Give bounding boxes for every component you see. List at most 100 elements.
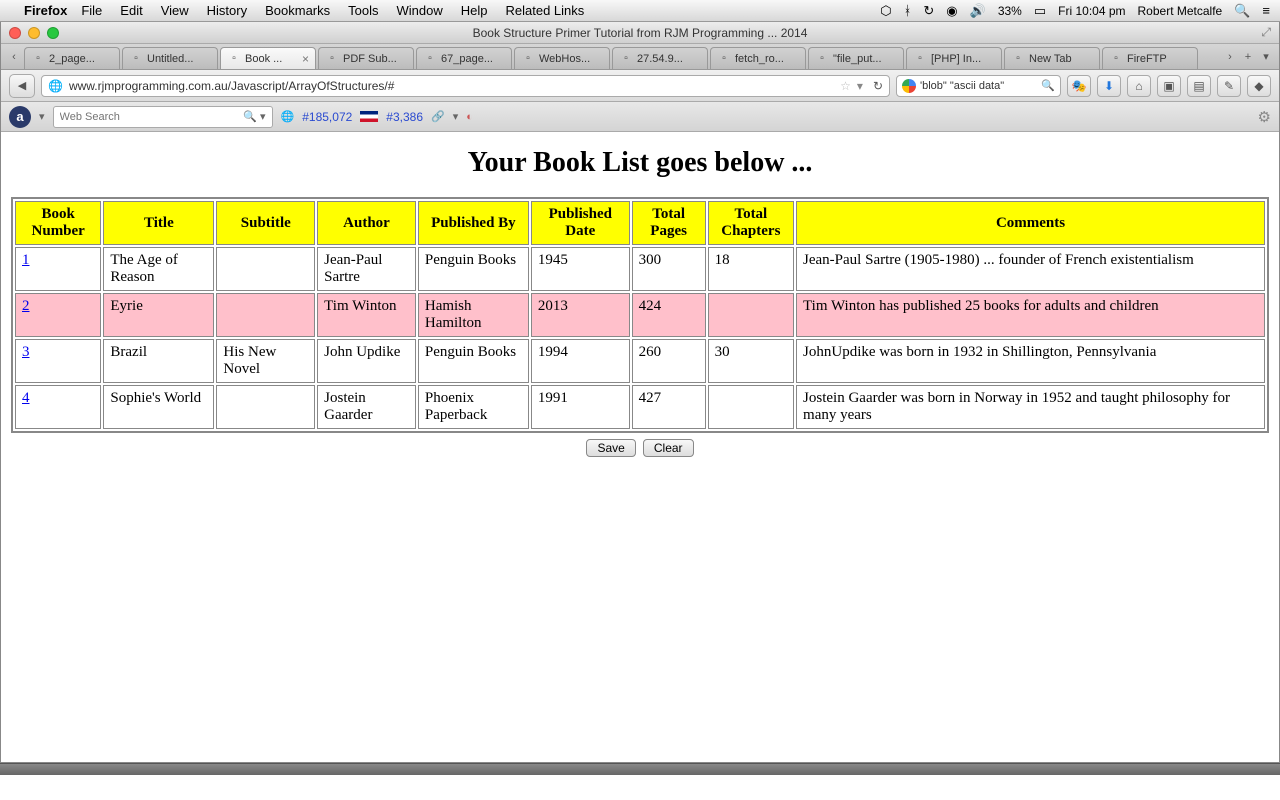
tab-label: 2_page... [49,53,95,65]
favicon-icon: ▫ [325,52,339,66]
google-icon [902,79,916,93]
tab[interactable]: ▫[PHP] In... [906,47,1002,69]
book-table: Book NumberTitleSubtitleAuthorPublished … [11,197,1269,433]
bookmark-star-icon[interactable]: ☆ [840,79,851,93]
fullscreen-icon[interactable]: ⤢ [1261,25,1271,40]
wifi-icon[interactable]: ◉ [946,3,957,19]
link-dropdown-icon[interactable]: ▾ [453,110,459,123]
table-row: 4Sophie's WorldJostein GaarderPhoenix Pa… [15,385,1265,429]
cell-publisher: Phoenix Paperback [418,385,529,429]
table-header: Book Number [15,201,101,245]
menu-edit[interactable]: Edit [120,3,142,18]
back-button[interactable]: ◀ [9,74,35,98]
search-icon[interactable]: 🔍 [243,110,257,123]
mask-icon[interactable]: 🎭 [1067,75,1091,97]
menu-view[interactable]: View [161,3,189,18]
cell-subtitle: His New Novel [216,339,315,383]
tab[interactable]: ▫PDF Sub... [318,47,414,69]
page-content: Your Book List goes below ... Book Numbe… [1,132,1279,762]
bluetooth-icon[interactable]: ᚼ [904,3,912,18]
menu-help[interactable]: Help [461,3,488,18]
tab-scroll-left[interactable]: ‹ [5,44,23,69]
reload-icon[interactable]: ↻ [873,79,883,93]
cell-author: Jostein Gaarder [317,385,416,429]
menu-file[interactable]: File [81,3,102,18]
reader-icon[interactable]: ▣ [1157,75,1181,97]
alexa-logo-icon[interactable]: a [9,106,31,128]
home-icon[interactable]: ⌂ [1127,75,1151,97]
window-title: Book Structure Primer Tutorial from RJM … [1,26,1279,40]
menu-tools[interactable]: Tools [348,3,378,18]
menu-window[interactable]: Window [397,3,443,18]
tab[interactable]: ▫WebHos... [514,47,610,69]
new-tab-button[interactable]: + [1239,44,1257,69]
wayback-icon[interactable]: ◐ [466,111,473,123]
tab[interactable]: ▫67_page... [416,47,512,69]
web-search-input[interactable] [60,111,244,123]
search-dropdown-icon[interactable]: ▾ [260,110,266,123]
volume-icon[interactable]: 🔊 [970,3,986,19]
battery-percent[interactable]: 33% [998,4,1022,18]
menu-bookmarks[interactable]: Bookmarks [265,3,330,18]
tab[interactable]: ▫fetch_ro... [710,47,806,69]
menu-icon[interactable]: ▤ [1187,75,1211,97]
web-search-box[interactable]: 🔍 ▾ [53,106,273,128]
dropdown-icon[interactable]: ▾ [857,79,863,93]
clock[interactable]: Fri 10:04 pm [1058,4,1125,18]
favicon-icon: ▫ [1109,52,1123,66]
address-bar[interactable]: 🌐 www.rjmprogramming.com.au/Javascript/A… [41,75,890,97]
tab-scroll-right[interactable]: › [1221,44,1239,69]
tab[interactable]: ▫2_page... [24,47,120,69]
time-machine-icon[interactable]: ↻ [923,3,934,19]
search-box[interactable]: 'blob" "ascii data" 🔍 [896,75,1061,97]
local-rank[interactable]: #3,386 [386,110,423,124]
cell-publisher: Penguin Books [418,339,529,383]
book-number-link[interactable]: 2 [22,298,30,314]
user-name[interactable]: Robert Metcalfe [1138,4,1223,18]
favicon-icon: ▫ [227,52,241,66]
app-name[interactable]: Firefox [24,3,67,18]
cell-date: 1991 [531,385,630,429]
tab[interactable]: ▫27.54.9... [612,47,708,69]
battery-icon[interactable]: ▭ [1034,3,1046,19]
cell-subtitle [216,293,315,337]
menu-history[interactable]: History [207,3,247,18]
minimize-window-button[interactable] [28,27,40,39]
tab-list-button[interactable]: ▾ [1257,44,1275,69]
favicon-icon: ▫ [913,52,927,66]
tab[interactable]: ▫New Tab [1004,47,1100,69]
link-icon[interactable]: 🔗 [431,110,445,123]
zoom-window-button[interactable] [47,27,59,39]
spotlight-icon[interactable]: 🔍 [1234,3,1250,19]
save-button[interactable]: Save [586,439,635,457]
search-icon[interactable]: 🔍 [1041,79,1055,92]
download-icon[interactable]: ⬇ [1097,75,1121,97]
gear-icon[interactable]: ⚙ [1258,108,1271,126]
book-number-link[interactable]: 3 [22,344,30,360]
tab-bar: ‹ ▫2_page...▫Untitled...▫Book ...×▫PDF S… [1,44,1279,70]
dropbox-icon[interactable]: ⬡ [880,3,891,19]
tab[interactable]: ▫Untitled... [122,47,218,69]
notifications-icon[interactable]: ≡ [1262,3,1270,18]
tab-label: "file_put... [833,53,882,65]
close-tab-icon[interactable]: × [302,52,309,66]
tab[interactable]: ▫FireFTP [1102,47,1198,69]
cell-author: Tim Winton [317,293,416,337]
book-number-link[interactable]: 1 [22,252,30,268]
url-text: www.rjmprogramming.com.au/Javascript/Arr… [69,79,834,93]
tab[interactable]: ▫Book ...× [220,47,316,69]
globe-rank-icon: 🌐 [281,110,295,123]
book-number-link[interactable]: 4 [22,390,30,406]
clear-button[interactable]: Clear [643,439,694,457]
global-rank[interactable]: #185,072 [302,110,352,124]
tab-label: 27.54.9... [637,53,683,65]
tab[interactable]: ▫"file_put... [808,47,904,69]
favicon-icon: ▫ [717,52,731,66]
table-header: Total Pages [632,201,706,245]
close-window-button[interactable] [9,27,21,39]
menu-related-links[interactable]: Related Links [506,3,585,18]
extension-icon-2[interactable]: ◆ [1247,75,1271,97]
cell-comments: Tim Winton has published 25 books for ad… [796,293,1265,337]
extension-icon-1[interactable]: ✎ [1217,75,1241,97]
alexa-dropdown-icon[interactable]: ▾ [39,110,45,123]
